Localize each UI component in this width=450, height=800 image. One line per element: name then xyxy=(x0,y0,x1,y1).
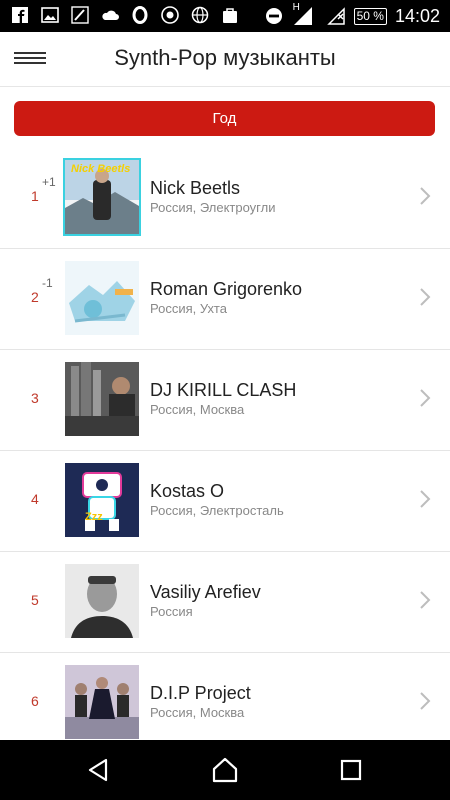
battery-indicator: 50 % xyxy=(353,7,387,25)
chevron-right-icon xyxy=(420,187,431,205)
artist-thumbnail: Nick Beetls xyxy=(65,160,139,234)
rank-number: 4 xyxy=(31,491,39,507)
bag-icon xyxy=(220,5,240,25)
chevron-right-icon xyxy=(420,389,431,407)
no-sim-icon xyxy=(326,6,346,26)
artist-thumbnail xyxy=(65,261,139,335)
artist-location: Россия xyxy=(150,604,193,619)
artist-row[interactable]: 4 Zzz Kostas O Россия, Электросталь xyxy=(0,451,450,552)
lion-icon xyxy=(160,5,180,25)
artist-row[interactable]: 2 -1 Roman Grigorenko Россия, Ухта xyxy=(0,249,450,350)
status-bar: H 50 % 14:02 xyxy=(0,0,450,32)
system-icons: H 50 % 14:02 xyxy=(264,2,440,28)
page-title: Synth-Pop музыканты xyxy=(114,45,336,70)
artist-location: Россия, Электросталь xyxy=(150,503,284,518)
chevron-right-icon xyxy=(420,288,431,306)
facebook-icon xyxy=(10,5,30,25)
artist-location: Россия, Электроугли xyxy=(150,200,276,215)
app-bar: Synth-Pop музыканты xyxy=(0,32,450,87)
year-filter-button[interactable]: Год xyxy=(14,101,435,136)
chevron-right-icon xyxy=(420,591,431,609)
artist-name: Vasiliy Arefiev xyxy=(150,582,261,602)
network-badge: H xyxy=(292,2,300,13)
image-icon xyxy=(40,5,60,25)
artist-row[interactable]: 1 +1 Nick Beetls Nick Beetls Россия, Эле… xyxy=(0,148,450,249)
pen-icon xyxy=(70,5,90,25)
back-icon[interactable] xyxy=(84,755,114,785)
artist-thumbnail xyxy=(65,362,139,436)
artist-location: Россия, Москва xyxy=(150,705,245,720)
artist-name: Roman Grigorenko xyxy=(150,279,303,299)
rank-number: 5 xyxy=(31,592,39,608)
rank-number: 3 xyxy=(31,390,39,406)
artist-location: Россия, Ухта xyxy=(150,301,227,316)
notification-icons xyxy=(10,5,240,25)
artist-name: Kostas O xyxy=(150,481,225,501)
signal-icon: H xyxy=(292,2,318,27)
rank-change: +1 xyxy=(42,175,56,189)
home-icon[interactable] xyxy=(210,755,240,785)
artist-row[interactable]: 5 Vasiliy Arefiev Россия xyxy=(0,552,450,653)
rank-number: 6 xyxy=(31,693,39,709)
opera-icon xyxy=(130,5,150,25)
thumbnail-caption: Zzz xyxy=(85,511,103,523)
rank-number: 1 xyxy=(31,188,39,204)
artist-thumbnail xyxy=(65,665,139,739)
artist-name: DJ KIRILL CLASH xyxy=(150,380,297,400)
artist-row[interactable]: 6 D.I.P Project Россия, Москва xyxy=(0,653,450,753)
rank-change: -1 xyxy=(42,276,53,290)
recents-icon[interactable] xyxy=(336,755,366,785)
rank-number: 2 xyxy=(31,289,39,305)
thumbnail-caption: Nick Beetls xyxy=(71,163,131,175)
artist-thumbnail xyxy=(65,564,139,638)
cloud-icon xyxy=(100,5,120,25)
artist-name: D.I.P Project xyxy=(150,683,251,703)
artist-list: 1 +1 Nick Beetls Nick Beetls Россия, Эле… xyxy=(0,148,450,753)
artist-thumbnail: Zzz xyxy=(65,463,139,537)
artist-name: Nick Beetls xyxy=(150,178,241,198)
navigation-bar xyxy=(0,740,450,800)
artist-location: Россия, Москва xyxy=(150,402,245,417)
chevron-right-icon xyxy=(420,692,431,710)
chevron-right-icon xyxy=(420,490,431,508)
clock: 14:02 xyxy=(394,5,440,26)
artist-row[interactable]: 3 DJ KIRILL CLASH Россия, Москва xyxy=(0,350,450,451)
globe-icon xyxy=(190,5,210,25)
do-not-disturb-icon xyxy=(264,6,284,26)
